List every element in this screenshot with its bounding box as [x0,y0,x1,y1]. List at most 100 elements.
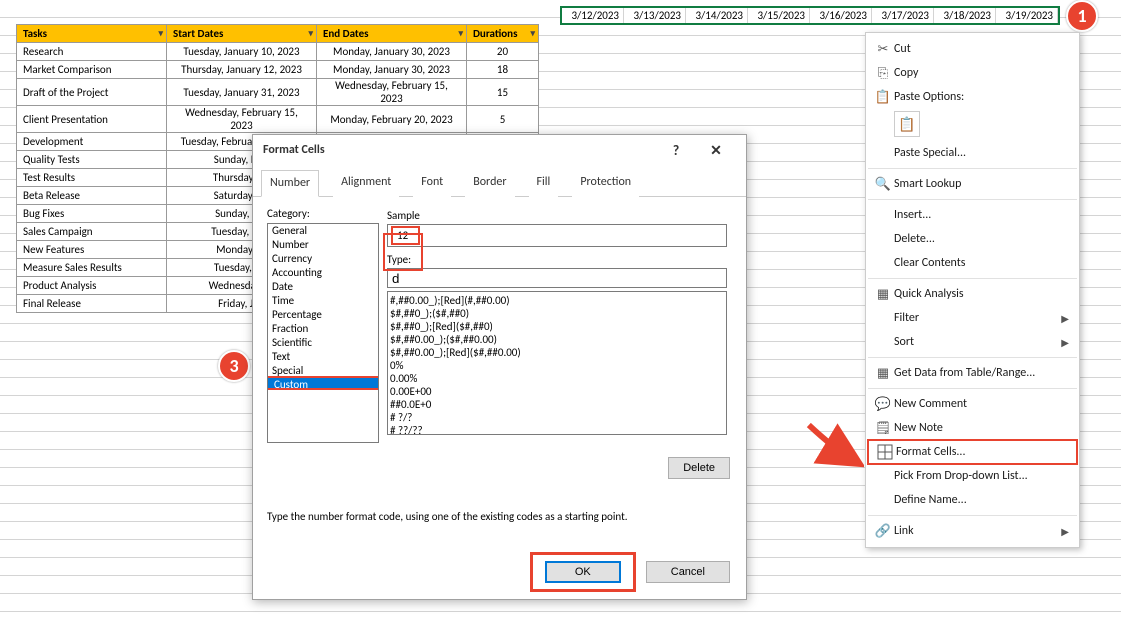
tab-alignment[interactable]: Alignment [333,170,399,197]
format-code-item[interactable]: $#,##0.00_);[Red]($#,##0.00) [390,346,724,359]
cell-end[interactable]: Monday, February 20, 2023 [317,106,467,133]
date-cell[interactable]: 3/14/2023 [686,8,748,23]
header-end-dates[interactable]: End Dates [317,25,467,43]
date-cell[interactable]: 3/15/2023 [748,8,810,23]
category-item[interactable]: Accounting [268,266,378,280]
cell-task[interactable]: Product Analysis [17,277,167,295]
menu-quick-analysis[interactable]: ▦ Quick Analysis [866,282,1079,306]
category-item[interactable]: Number [268,238,378,252]
cell-start[interactable]: Tuesday, January 31, 2023 [167,79,317,106]
category-item[interactable]: Date [268,280,378,294]
chevron-right-icon: ▶ [1061,312,1069,325]
date-cell[interactable]: 3/18/2023 [934,8,996,23]
menu-cut[interactable]: ✂ Cut [866,37,1079,61]
tab-number[interactable]: Number [261,170,319,197]
date-cell[interactable]: 3/13/2023 [624,8,686,23]
menu-copy[interactable]: ⎘ Copy [866,61,1079,85]
menu-paste-special[interactable]: Paste Special... [866,141,1079,165]
format-code-item[interactable]: 0.00E+00 [390,385,724,398]
menu-format-cells[interactable]: Format Cells... [868,440,1077,464]
cell-task[interactable]: Sales Campaign [17,223,167,241]
tab-protection[interactable]: Protection [572,170,639,197]
cell-task[interactable]: Market Comparison [17,61,167,79]
menu-insert[interactable]: Insert... [866,203,1079,227]
tab-font[interactable]: Font [413,170,451,197]
cell-start[interactable]: Thursday, January 12, 2023 [167,61,317,79]
menu-define-name[interactable]: Define Name... [866,488,1079,512]
cell-task[interactable]: Quality Tests [17,151,167,169]
format-code-item[interactable]: 0% [390,359,724,372]
category-item[interactable]: Fraction [268,322,378,336]
cell-start[interactable]: Wednesday, February 15, 2023 [167,106,317,133]
menu-filter[interactable]: Filter ▶ [866,306,1079,330]
header-tasks[interactable]: Tasks [17,25,167,43]
category-list[interactable]: GeneralNumberCurrencyAccountingDateTimeP… [267,223,379,443]
table-row[interactable]: Market ComparisonThursday, January 12, 2… [17,61,539,79]
delete-button[interactable]: Delete [668,457,730,479]
category-item[interactable]: Scientific [268,336,378,350]
cell-end[interactable]: Monday, January 30, 2023 [317,43,467,61]
dialog-titlebar[interactable]: Format Cells ? ✕ [253,135,746,165]
format-code-item[interactable]: $#,##0.00_);($#,##0.00) [390,333,724,346]
cell-duration[interactable]: 20 [467,43,539,61]
cell-task[interactable]: Bug Fixes [17,205,167,223]
paste-default-button[interactable]: 📋 [894,111,920,137]
category-item[interactable]: Currency [268,252,378,266]
header-start-dates[interactable]: Start Dates [167,25,317,43]
menu-label: Paste Special... [894,146,1073,160]
format-code-item[interactable]: # ?/? [390,411,724,424]
menu-get-data[interactable]: ▦ Get Data from Table/Range... [866,361,1079,385]
format-code-item[interactable]: # ??/?? [390,424,724,435]
category-item[interactable]: Custom [267,376,379,390]
menu-new-comment[interactable]: 💬 New Comment [866,392,1079,416]
cancel-button[interactable]: Cancel [646,561,730,583]
cell-task[interactable]: Test Results [17,169,167,187]
menu-smart-lookup[interactable]: 🔍 Smart Lookup [866,172,1079,196]
format-code-item[interactable]: $#,##0_);[Red]($#,##0) [390,320,724,333]
cell-task[interactable]: Final Release [17,295,167,313]
cell-task[interactable]: Client Presentation [17,106,167,133]
cell-task[interactable]: Beta Release [17,187,167,205]
date-cell[interactable]: 3/12/2023 [562,8,624,23]
cell-task[interactable]: Research [17,43,167,61]
help-button[interactable]: ? [656,142,696,159]
format-code-item[interactable]: #,##0.00_);[Red](#,##0.00) [390,294,724,307]
category-item[interactable]: Percentage [268,308,378,322]
menu-clear-contents[interactable]: Clear Contents [866,251,1079,275]
cell-task[interactable]: Development [17,133,167,151]
table-row[interactable]: ResearchTuesday, January 10, 2023Monday,… [17,43,539,61]
cell-start[interactable]: Tuesday, January 10, 2023 [167,43,317,61]
date-cell[interactable]: 3/16/2023 [810,8,872,23]
cell-task[interactable]: Measure Sales Results [17,259,167,277]
cell-end[interactable]: Monday, January 30, 2023 [317,61,467,79]
category-item[interactable]: Time [268,294,378,308]
date-cell[interactable]: 3/19/2023 [996,8,1058,23]
menu-new-note[interactable]: 🗒 New Note [866,416,1079,440]
cell-end[interactable]: Wednesday, February 15, 2023 [317,79,467,106]
close-button[interactable]: ✕ [696,142,736,159]
ok-button[interactable]: OK [545,561,621,583]
cell-duration[interactable]: 18 [467,61,539,79]
table-row[interactable]: Client PresentationWednesday, February 1… [17,106,539,133]
date-cell[interactable]: 3/17/2023 [872,8,934,23]
format-codes-list[interactable]: #,##0.00_);[Red](#,##0.00)$#,##0_);($#,#… [387,291,727,435]
cell-duration[interactable]: 5 [467,106,539,133]
cell-task[interactable]: Draft of the Project [17,79,167,106]
format-code-item[interactable]: ##0.0E+0 [390,398,724,411]
category-item[interactable]: Text [268,350,378,364]
tab-border[interactable]: Border [465,170,514,197]
type-input[interactable] [387,268,727,288]
format-code-item[interactable]: 0.00% [390,372,724,385]
tab-fill[interactable]: Fill [529,170,559,197]
format-code-item[interactable]: $#,##0_);($#,##0) [390,307,724,320]
date-header-selection[interactable]: 3/12/2023 3/13/2023 3/14/2023 3/15/2023 … [560,6,1060,25]
cell-duration[interactable]: 15 [467,79,539,106]
table-row[interactable]: Draft of the ProjectTuesday, January 31,… [17,79,539,106]
category-item[interactable]: General [268,224,378,238]
menu-delete[interactable]: Delete... [866,227,1079,251]
cell-task[interactable]: New Features [17,241,167,259]
menu-sort[interactable]: Sort ▶ [866,330,1079,354]
header-durations[interactable]: Durations [467,25,539,43]
menu-pick-from-list[interactable]: Pick From Drop-down List... [866,464,1079,488]
menu-link[interactable]: 🔗 Link ▶ [866,519,1079,543]
